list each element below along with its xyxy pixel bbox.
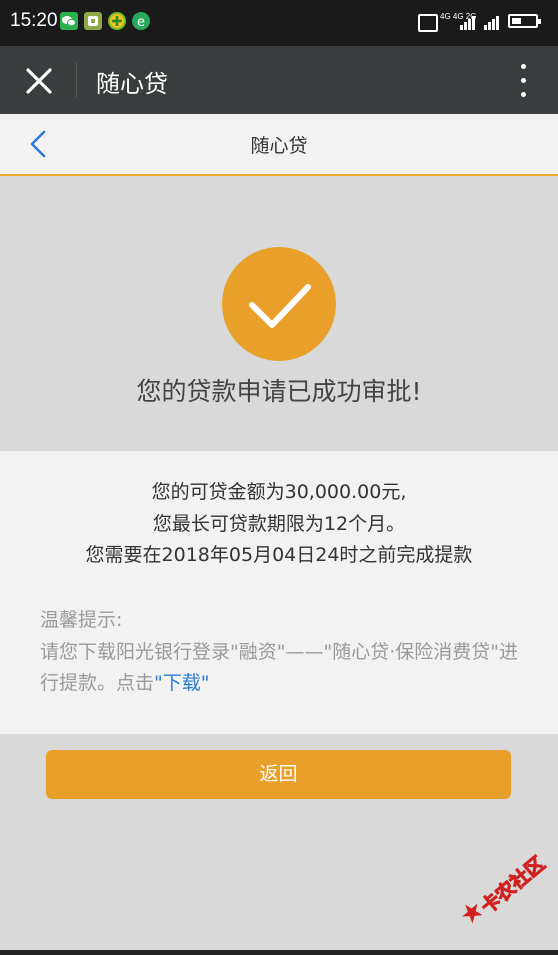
app-icon bbox=[84, 12, 102, 30]
watermark-logo: 卡农社区 bbox=[447, 836, 558, 954]
loan-deadline-text: 您需要在2018年05月04日24时之前完成提款 bbox=[85, 544, 473, 566]
checkmark-icon bbox=[222, 247, 336, 361]
svg-text:e: e bbox=[137, 15, 145, 30]
signal-bars-icon bbox=[460, 14, 478, 30]
success-message: 您的贷款申请已成功审批! bbox=[136, 377, 422, 406]
return-button[interactable]: 返回 bbox=[46, 750, 511, 799]
cast-icon bbox=[418, 14, 438, 32]
app-toolbar: 随心贷 bbox=[0, 46, 558, 114]
loan-term-text: 您最长可贷款期限为12个月。 bbox=[152, 513, 406, 535]
info-card: 您的可贷金额为30,000.00元, 您最长可贷款期限为12个月。 您需要在20… bbox=[0, 451, 558, 734]
battery-icon bbox=[508, 14, 541, 28]
tips-text: 请您下载阳光银行登录"融资"——"随心贷·保险消费贷"进行提款。点击 bbox=[40, 641, 518, 694]
browser-icon: e bbox=[132, 12, 150, 30]
toolbar-divider bbox=[76, 62, 77, 98]
loan-amount-text: 您的可贷金额为30,000.00元, bbox=[151, 481, 407, 503]
bottom-edge bbox=[0, 950, 558, 955]
signal-bars-icon bbox=[484, 14, 502, 30]
status-time: 15:20 bbox=[10, 10, 58, 31]
download-link[interactable]: "下载" bbox=[154, 672, 209, 694]
wechat-icon bbox=[60, 12, 78, 30]
status-bar: 15:20 e 4G 4G 2G bbox=[0, 0, 558, 46]
page-title: 随心贷 bbox=[250, 135, 308, 157]
close-icon[interactable] bbox=[22, 64, 56, 98]
tips-title: 温馨提示: bbox=[40, 609, 123, 631]
toolbar-title: 随心贷 bbox=[96, 70, 168, 98]
more-vertical-icon[interactable] bbox=[518, 62, 528, 100]
page-header: 随心贷 bbox=[0, 114, 558, 176]
green-plus-icon bbox=[108, 12, 126, 30]
tips-body: 请您下载阳光银行登录"融资"——"随心贷·保险消费贷"进行提款。点击"下载" bbox=[40, 637, 520, 699]
watermark-text: 卡农社区 bbox=[476, 852, 550, 919]
